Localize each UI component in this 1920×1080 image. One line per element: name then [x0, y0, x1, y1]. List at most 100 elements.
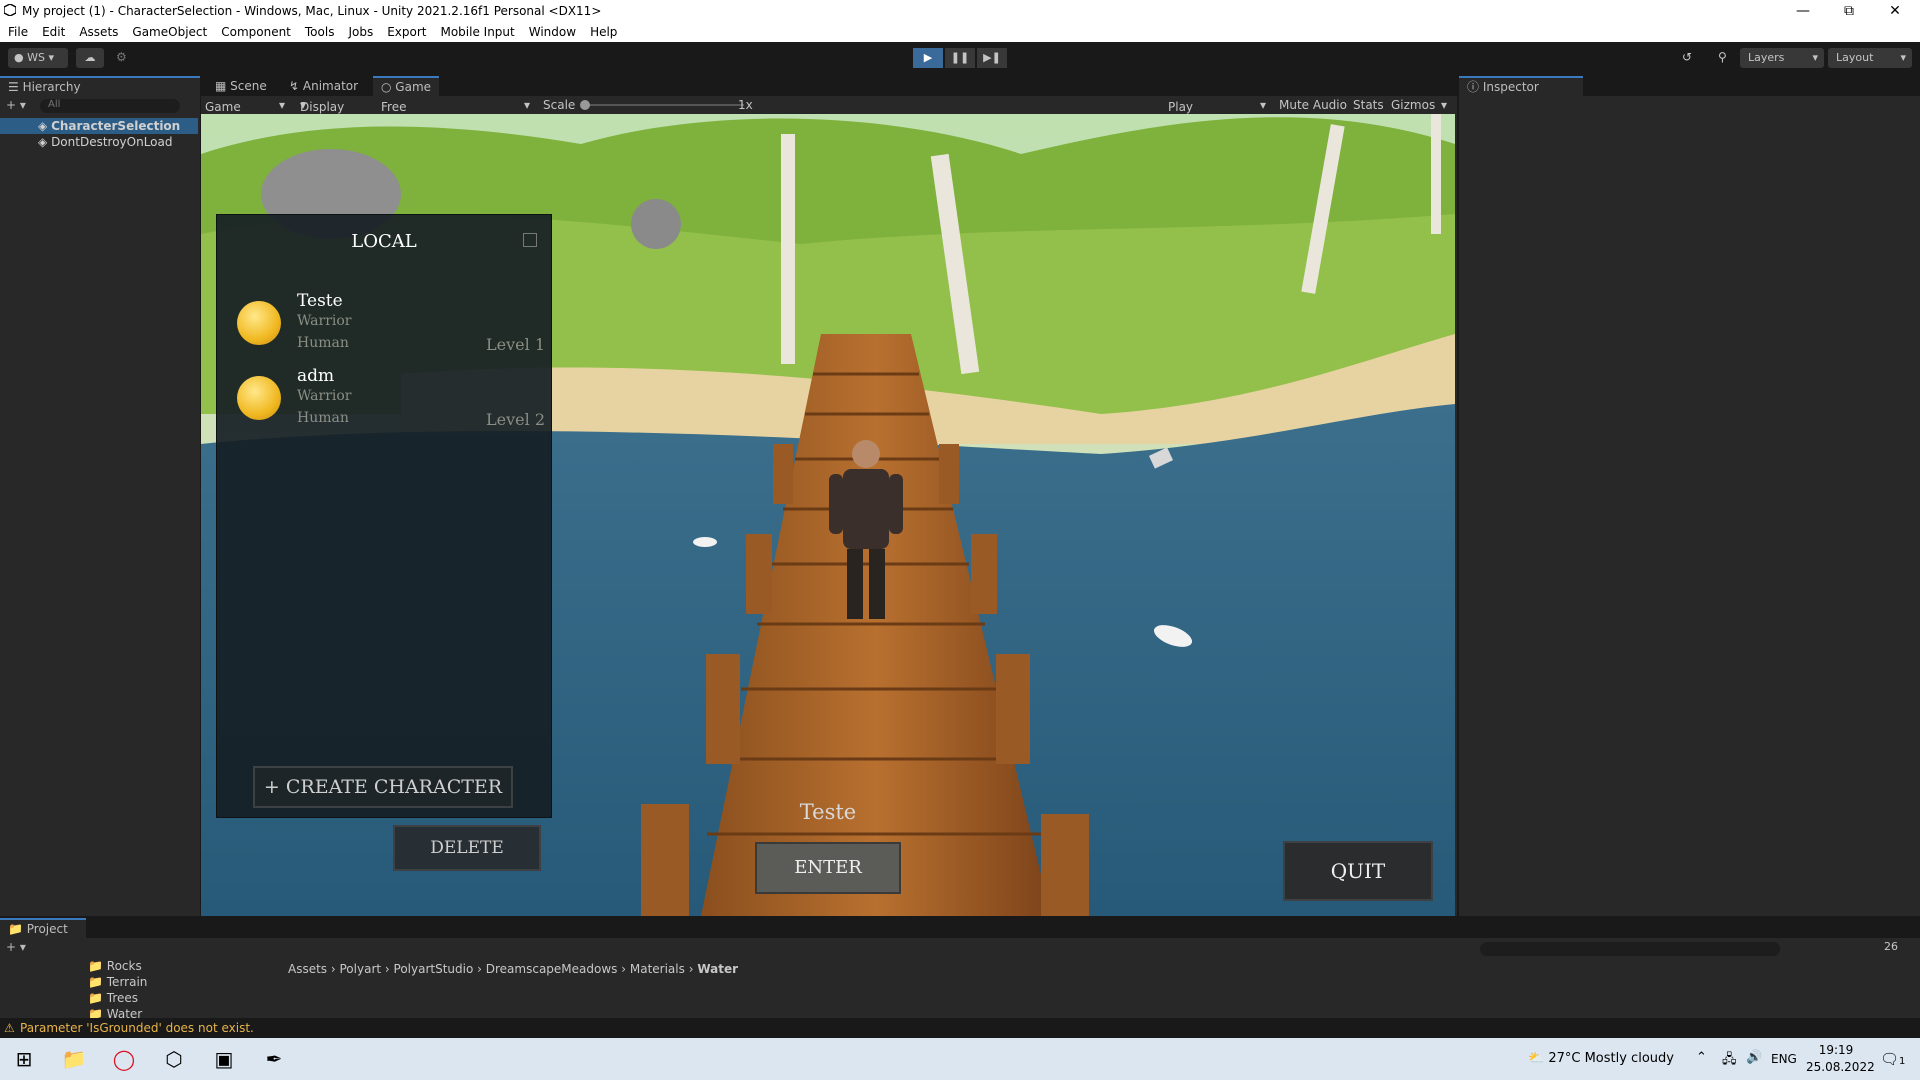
- menu-tools[interactable]: Tools: [297, 22, 341, 39]
- hierarchy-search-placeholder: All: [48, 99, 61, 110]
- menu-help[interactable]: Help: [582, 22, 623, 39]
- menu-mobile-input[interactable]: Mobile Input: [432, 22, 520, 39]
- stats-toggle[interactable]: Stats: [1353, 98, 1384, 112]
- windows-start-icon[interactable]: ⊞: [0, 1038, 48, 1080]
- breadcrumb-item[interactable]: PolyartStudio: [394, 962, 474, 976]
- menu-edit[interactable]: Edit: [34, 22, 71, 39]
- breadcrumb-item[interactable]: Polyart: [340, 962, 382, 976]
- scene-icon: ◈: [38, 135, 48, 149]
- folder-item[interactable]: 📁 Trees: [88, 990, 147, 1006]
- inspector-panel: ⓘ Inspector: [1459, 76, 1920, 916]
- project-search-input[interactable]: [1480, 942, 1780, 956]
- layout-dropdown[interactable]: Layout ▾: [1828, 48, 1912, 68]
- opera-icon[interactable]: ◯: [100, 1038, 148, 1080]
- menu-window[interactable]: Window: [521, 22, 582, 39]
- add-icon[interactable]: + ▾: [6, 940, 26, 954]
- scene-tab-label: Scene: [230, 79, 267, 93]
- scale-slider-handle[interactable]: [580, 100, 590, 110]
- menu-assets[interactable]: Assets: [71, 22, 124, 39]
- menu-file[interactable]: File: [0, 22, 34, 39]
- menu-gameobject[interactable]: GameObject: [124, 22, 213, 39]
- menu-export[interactable]: Export: [379, 22, 432, 39]
- character-race: Human: [297, 335, 349, 351]
- game-viewport[interactable]: LOCAL Teste Warrior Human Level 1 adm Wa…: [201, 114, 1455, 916]
- hierarchy-item-dontdestroyonload[interactable]: ◈ DontDestroyOnLoad: [0, 134, 198, 150]
- character-list-panel: LOCAL Teste Warrior Human Level 1 adm Wa…: [216, 214, 552, 818]
- breadcrumb-item[interactable]: Materials: [630, 962, 685, 976]
- unity-icon[interactable]: ⬡: [150, 1038, 198, 1080]
- paint-icon[interactable]: ✒: [250, 1038, 298, 1080]
- display-dropdown[interactable]: Display 1 ▾: [300, 98, 344, 128]
- weather-label: 27°C Mostly cloudy: [1548, 1051, 1674, 1066]
- minimize-icon[interactable]: —: [1780, 0, 1826, 22]
- character-class: Warrior: [297, 388, 352, 404]
- status-bar: ⚠ Parameter 'IsGrounded' does not exist.: [0, 1018, 1920, 1038]
- tab-scene[interactable]: ▦ Scene: [207, 76, 275, 96]
- account-dropdown[interactable]: ● WS ▾: [8, 48, 68, 68]
- layers-label: Layers: [1748, 51, 1785, 64]
- layers-dropdown[interactable]: Layers ▾: [1740, 48, 1824, 68]
- step-button[interactable]: ▶❚: [977, 48, 1007, 68]
- gizmos-toggle[interactable]: Gizmos: [1391, 98, 1435, 112]
- notification-icon[interactable]: 🗨1: [1880, 1050, 1905, 1068]
- create-character-button[interactable]: + CREATE CHARACTER: [253, 766, 513, 808]
- tab-animator[interactable]: ↯ Animator: [281, 76, 366, 96]
- game-mode-label: Game: [205, 100, 241, 114]
- breadcrumb-item[interactable]: DreamscapeMeadows: [486, 962, 618, 976]
- search-icon[interactable]: ⚲: [1718, 50, 1727, 64]
- collab-icon[interactable]: ⚙: [116, 50, 127, 64]
- account-icon: ●: [14, 51, 24, 64]
- warning-icon: ⚠: [4, 1021, 15, 1035]
- sublime-icon[interactable]: ▣: [200, 1038, 248, 1080]
- tab-project[interactable]: 📁 Project: [0, 918, 86, 940]
- folder-item[interactable]: 📁 Terrain: [88, 974, 147, 990]
- character-slot[interactable]: Teste Warrior Human Level 1: [229, 291, 545, 363]
- close-icon[interactable]: ✕: [1872, 0, 1918, 22]
- menu-bar: File Edit Assets GameObject Component Tools Jo…: [0, 22, 1920, 42]
- history-icon[interactable]: ↺: [1682, 50, 1692, 64]
- tab-inspector[interactable]: ⓘ Inspector: [1459, 76, 1583, 98]
- quit-button[interactable]: QUIT: [1283, 841, 1433, 901]
- breadcrumb-item[interactable]: Water: [697, 962, 738, 976]
- scale-slider[interactable]: [580, 100, 744, 110]
- avatar-smiley-icon: [237, 301, 281, 345]
- folder-item[interactable]: 📁 Rocks: [88, 958, 147, 974]
- scale-label: Scale: [543, 98, 576, 112]
- character-slot[interactable]: adm Warrior Human Level 2: [229, 366, 545, 438]
- main-toolbar: ● WS ▾ ☁ ⚙ ▶ ❚❚ ▶❚ ↺ ⚲ Layers ▾ Layout ▾: [0, 42, 1920, 74]
- menu-jobs[interactable]: Jobs: [340, 22, 379, 39]
- tab-game[interactable]: ○ Game: [373, 76, 440, 98]
- status-message[interactable]: Parameter 'IsGrounded' does not exist.: [20, 1021, 254, 1035]
- hierarchy-item-label: DontDestroyOnLoad: [51, 135, 173, 149]
- cloud-icon[interactable]: ☁: [76, 48, 104, 68]
- hierarchy-tab-label: Hierarchy: [22, 80, 81, 94]
- panel-toggle-icon[interactable]: [523, 233, 537, 247]
- weather-widget[interactable]: ⛅ 27°C Mostly cloudy: [1528, 1051, 1674, 1066]
- play-button[interactable]: ▶: [913, 48, 943, 68]
- character-name: adm: [297, 366, 335, 386]
- pause-button[interactable]: ❚❚: [945, 48, 975, 68]
- restore-icon[interactable]: ⧉: [1826, 0, 1872, 22]
- folder-label: Rocks: [106, 959, 142, 973]
- language-indicator[interactable]: ENG: [1771, 1052, 1797, 1066]
- volume-icon[interactable]: 🔊: [1746, 1050, 1762, 1065]
- hierarchy-item-label: CharacterSelection: [51, 119, 181, 133]
- hierarchy-search-input[interactable]: All: [40, 99, 180, 113]
- clock[interactable]: 19:19 25.08.2022: [1806, 1042, 1875, 1076]
- enter-button[interactable]: ENTER: [755, 842, 901, 894]
- breadcrumb-item[interactable]: Assets: [288, 962, 327, 976]
- folder-tree: 📁 Rocks 📁 Terrain 📁 Trees 📁 Water: [88, 958, 147, 1022]
- file-explorer-icon[interactable]: 📁: [50, 1038, 98, 1080]
- selected-character-name: Teste: [799, 800, 857, 824]
- menu-component[interactable]: Component: [213, 22, 297, 39]
- game-view-panel: ▦ Scene ↯ Animator ○ Game Game ▾ Display…: [201, 76, 1457, 916]
- delete-button[interactable]: DELETE: [393, 825, 541, 871]
- hierarchy-item-characterselection[interactable]: ◈ CharacterSelection: [0, 118, 198, 134]
- tab-hierarchy[interactable]: ☰ Hierarchy: [0, 76, 200, 98]
- inspector-tab-label: Inspector: [1482, 80, 1539, 94]
- add-icon[interactable]: + ▾: [6, 98, 26, 112]
- tray-chevron-icon[interactable]: ⌃: [1696, 1050, 1707, 1065]
- network-icon[interactable]: 🖧: [1722, 1050, 1737, 1072]
- mute-audio-toggle[interactable]: Mute Audio: [1279, 98, 1347, 112]
- title-bar: My project (1) - CharacterSelection - Wi…: [0, 0, 1920, 22]
